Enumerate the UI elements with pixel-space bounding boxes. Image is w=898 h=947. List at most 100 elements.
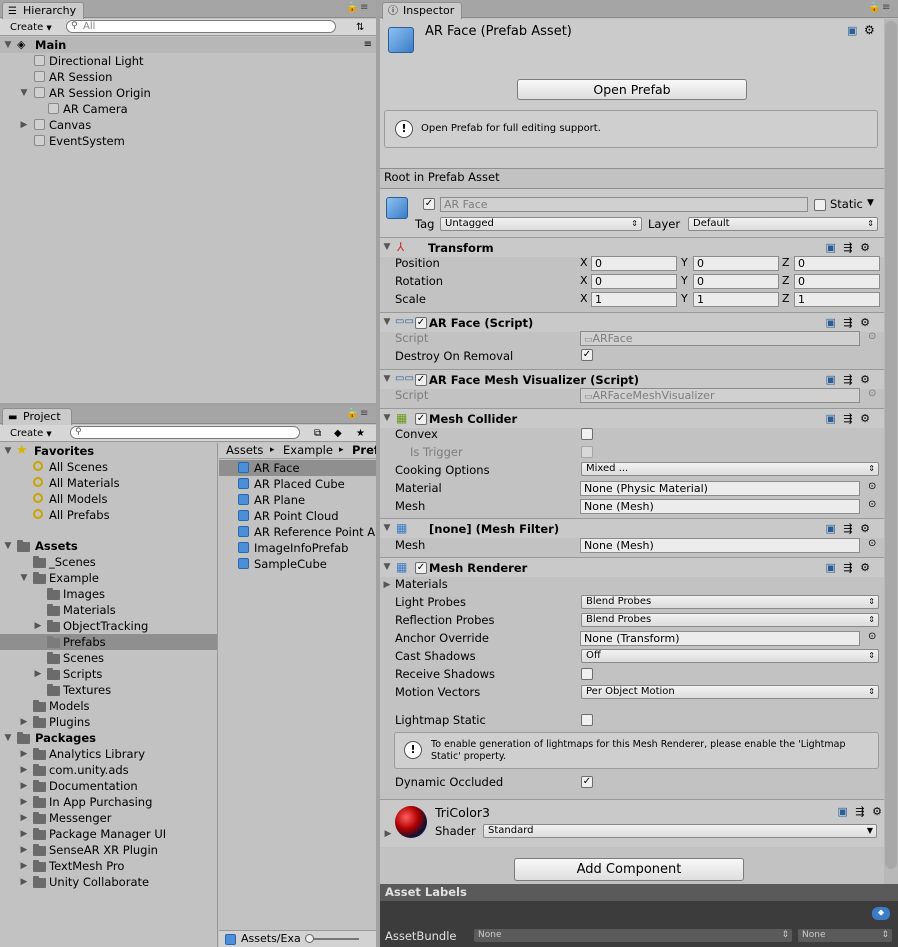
create-button[interactable]: Create ▼ [6,20,56,35]
help-book-icon[interactable]: ▣ [826,412,838,425]
rotation-x-field[interactable]: 0 [591,274,677,289]
sort-icon[interactable]: ⇅ [352,20,368,35]
zoom-slider-handle[interactable] [305,934,314,943]
cast-shadows-dropdown[interactable]: Off ⇕ [581,649,879,663]
foldout-arrow-icon[interactable]: ▼ [382,562,392,572]
expand-arrow-icon[interactable]: ▼ [3,538,13,554]
folder-item[interactable]: Models [0,698,217,714]
collapse-arrow-icon[interactable]: ▶ [33,666,43,682]
motion-vectors-dropdown[interactable]: Per Object Motion ⇕ [581,685,879,699]
file-item[interactable]: SampleCube [219,556,376,572]
inspector-scrollbar-thumb[interactable] [885,21,897,869]
foldout-arrow-icon[interactable]: ▼ [382,242,392,252]
tag-label-icon[interactable]: ⬥ [872,907,890,920]
object-picker-icon[interactable]: ⊙ [868,388,876,399]
scale-x-field[interactable]: 1 [591,292,677,307]
packages-row[interactable]: ▼ Packages [0,730,217,746]
hierarchy-item[interactable]: ▶ Canvas [0,117,376,133]
folder-item[interactable]: Images [0,586,217,602]
materials-label[interactable]: Materials [395,576,448,592]
presets-icon[interactable]: ⇶ [843,412,854,425]
package-item[interactable]: ▶ TextMesh Pro [0,858,217,874]
favorites-row[interactable]: ▼ ★ Favorites [0,443,217,459]
tab-menu-icon[interactable]: ≡ [360,408,368,419]
tab-project[interactable]: ▬ Project [2,408,72,425]
favorite-item[interactable]: All Models [0,491,217,507]
file-item[interactable]: AR Placed Cube [219,476,376,492]
active-checkbox[interactable]: ✓ [423,198,435,210]
collapse-arrow-icon[interactable]: ▶ [19,117,29,133]
position-z-field[interactable]: 0 [794,256,880,271]
help-book-icon[interactable]: ▣ [826,561,838,574]
folder-item-selected[interactable]: Prefabs [0,634,217,650]
breadcrumb-assets[interactable]: Assets [226,443,263,458]
package-item[interactable]: ▶ Analytics Library [0,746,217,762]
position-y-field[interactable]: 0 [693,256,779,271]
file-item[interactable]: AR Point Cloud [219,508,376,524]
filter-type-icon[interactable]: ⧉ [310,426,325,441]
rotation-y-field[interactable]: 0 [693,274,779,289]
favorite-item[interactable]: All Scenes [0,459,217,475]
settings-gear-icon[interactable]: ⚙ [860,316,872,329]
package-item[interactable]: ▶ SenseAR XR Plugin [0,842,217,858]
presets-icon[interactable]: ⇶ [843,373,854,386]
foldout-arrow-icon[interactable]: ▼ [382,413,392,423]
collapse-arrow-icon[interactable]: ▶ [19,874,29,890]
expand-arrow-icon[interactable]: ▼ [3,443,13,459]
lock-icon[interactable]: 🔒 [868,2,880,13]
foldout-arrow-icon[interactable]: ▼ [382,317,392,327]
folder-item[interactable]: Textures [0,682,217,698]
package-item[interactable]: ▶ Package Manager UI [0,826,217,842]
component-icons[interactable]: ▣ ⇶ ⚙ [826,412,873,425]
expand-arrow-icon[interactable]: ▼ [3,37,13,53]
file-item[interactable]: ImageInfoPrefab [219,540,376,556]
folder-item[interactable]: ▼ Example [0,570,217,586]
component-icons[interactable]: ▣ ⇶ ⚙ [838,805,885,818]
create-button[interactable]: Create ▼ [6,426,56,441]
collapse-arrow-icon[interactable]: ▶ [19,842,29,858]
scene-row[interactable]: ▼ ◈ Main ≡ [0,37,376,53]
settings-gear-icon[interactable]: ⚙ [860,241,872,254]
component-icons[interactable]: ▣ ⇶ ⚙ [826,561,873,574]
mesh-renderer-header[interactable]: ▼ ▦ ✓ Mesh Renderer ▣ ⇶ ⚙ [380,557,884,577]
tab-hierarchy[interactable]: ☰ Hierarchy [2,2,84,19]
layer-dropdown[interactable]: Default ⇕ [688,217,878,231]
material-foldout-arrow-icon[interactable]: ▶ [383,829,393,839]
settings-gear-icon[interactable]: ⚙ [864,23,875,37]
object-picker-icon[interactable]: ⊙ [868,331,876,342]
file-item[interactable]: AR Plane [219,492,376,508]
folder-item[interactable]: _Scenes [0,554,217,570]
package-item[interactable]: ▶ com.unity.ads [0,762,217,778]
collapse-arrow-icon[interactable]: ▶ [19,826,29,842]
open-prefab-button[interactable]: Open Prefab [517,79,747,100]
file-item-selected[interactable]: AR Face [219,460,376,476]
object-picker-icon[interactable]: ⊙ [868,499,876,510]
object-picker-icon[interactable]: ⊙ [868,538,876,549]
hierarchy-item[interactable]: AR Camera [0,101,376,117]
object-picker-icon[interactable]: ⊙ [868,481,876,492]
asset-variant-dropdown[interactable]: None ⇕ [798,929,892,942]
help-book-icon[interactable]: ▣ [826,373,838,386]
settings-gear-icon[interactable]: ⚙ [872,805,884,818]
hierarchy-item[interactable]: Directional Light [0,53,376,69]
folder-item[interactable]: Scenes [0,650,217,666]
light-probes-dropdown[interactable]: Blend Probes ⇕ [581,595,879,609]
help-book-icon[interactable]: ▣ [826,316,838,329]
component-icons[interactable]: ▣ ⇶ ⚙ [826,316,873,329]
collapse-arrow-icon[interactable]: ▶ [19,762,29,778]
folder-item[interactable]: ▶ Plugins [0,714,217,730]
presets-icon[interactable]: ⇶ [843,561,854,574]
presets-icon[interactable]: ⇶ [855,805,866,818]
mesh-filter-header[interactable]: ▼ ▦ [none] (Mesh Filter) ▣ ⇶ ⚙ [380,518,884,538]
static-dropdown-arrow-icon[interactable]: ▼ [867,198,874,208]
lock-icon[interactable]: 🔒 [346,2,358,13]
foldout-arrow-icon[interactable]: ▼ [382,523,392,533]
position-x-field[interactable]: 0 [591,256,677,271]
settings-gear-icon[interactable]: ⚙ [860,522,872,535]
static-checkbox[interactable] [814,199,826,211]
add-component-button[interactable]: Add Component [514,858,744,881]
settings-gear-icon[interactable]: ⚙ [860,373,872,386]
collapse-arrow-icon[interactable]: ▶ [33,618,43,634]
help-book-icon[interactable]: ▣ [838,805,850,818]
hierarchy-item[interactable]: AR Session [0,69,376,85]
